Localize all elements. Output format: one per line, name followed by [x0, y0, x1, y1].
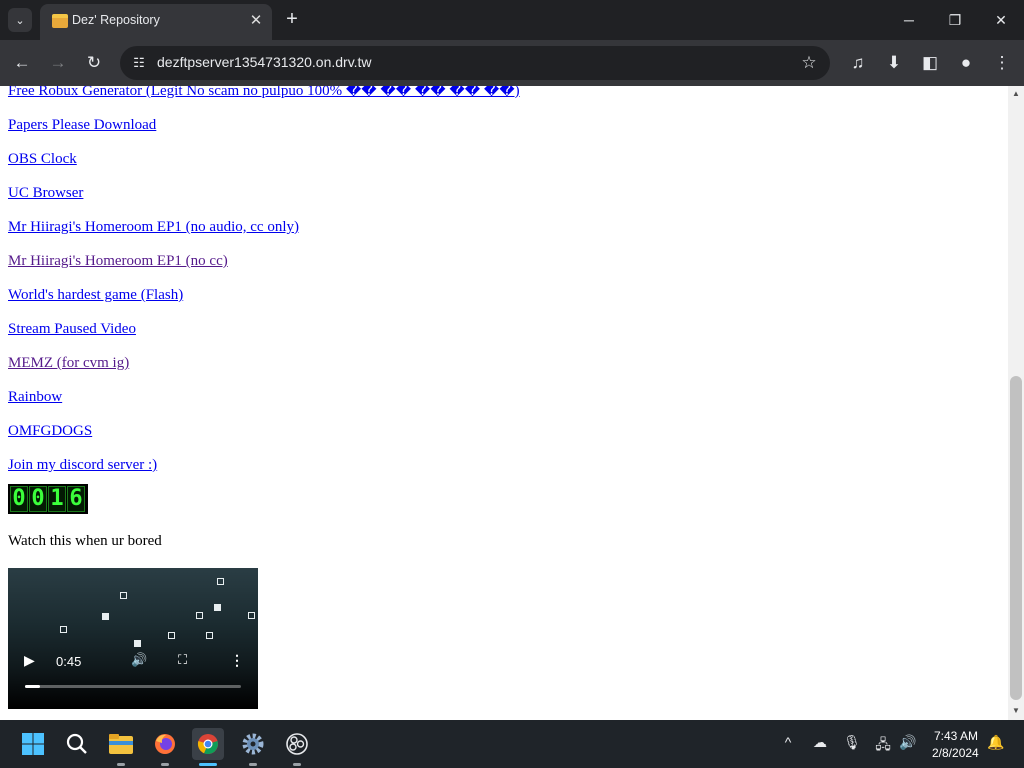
counter-digit: 1 [48, 486, 66, 512]
start-windows-icon[interactable] [17, 728, 49, 760]
taskbar-search-icon[interactable] [61, 728, 93, 760]
video-particle [217, 578, 224, 585]
counter-digit: 0 [29, 486, 47, 512]
page-scrollbar[interactable]: ▲ ▼ [1008, 86, 1024, 720]
scrollbar-thumb[interactable] [1010, 376, 1022, 700]
tab-dez-repository[interactable]: Dez' Repository ✕ [40, 4, 272, 40]
profile-icon[interactable]: ● [953, 50, 979, 76]
video-progress-fill [25, 685, 41, 688]
video-particle [206, 632, 213, 639]
volume-icon[interactable]: 🔊 [898, 734, 918, 751]
taskbar-date[interactable]: 2/8/2024 [932, 746, 979, 760]
link-memz[interactable]: MEMZ (for cvm ig) [8, 346, 520, 380]
tab-search-icon[interactable]: ⌄ [8, 8, 32, 32]
obs-studio-icon[interactable] [281, 728, 313, 760]
scroll-down-arrow-icon[interactable]: ▼ [1012, 706, 1020, 715]
side-panel-icon[interactable]: ◧ [917, 50, 943, 76]
video-progress-bar[interactable] [25, 685, 241, 688]
bookmark-star-icon[interactable]: ☆ [796, 50, 822, 76]
video-particle [196, 612, 203, 619]
running-indicator [249, 763, 257, 766]
link-omfgdogs[interactable]: OMFGDOGS [8, 414, 520, 448]
browser-tab-strip: ⌄ Dez' Repository ✕ + ─ ❐ ✕ [0, 0, 1024, 40]
link-papers-please[interactable]: Papers Please Download [8, 108, 520, 142]
running-indicator [293, 763, 301, 766]
video-particle [134, 640, 141, 647]
video-particle [248, 612, 255, 619]
link-homeroom-cc-only[interactable]: Mr Hiiragi's Homeroom EP1 (no audio, cc … [8, 210, 520, 244]
video-particle [168, 632, 175, 639]
taskbar-time[interactable]: 7:43 AM [934, 729, 978, 743]
counter-digit: 6 [67, 486, 85, 512]
video-particle [214, 604, 221, 611]
restore-icon[interactable]: ❐ [943, 8, 967, 32]
video-play-icon[interactable]: ▶ [24, 652, 35, 669]
page-viewport: Free Robux Generator (Legit No scam no p… [0, 86, 1008, 720]
network-icon[interactable]: 🖧 [873, 734, 893, 758]
windows-taskbar: ^ ☁ 🎙 🖧 🔊 7:43 AM 2/8/2024 🔔 [0, 720, 1024, 768]
hit-counter: 0 0 1 6 [8, 484, 88, 514]
link-worlds-hardest-game[interactable]: World's hardest game (Flash) [8, 278, 520, 312]
link-free-robux[interactable]: Free Robux Generator (Legit No scam no p… [8, 86, 520, 108]
tab-close-icon[interactable]: ✕ [246, 11, 266, 31]
address-bar[interactable]: ☷ dezftpserver1354731320.on.drv.tw ☆ [120, 46, 830, 80]
onedrive-cloud-icon[interactable]: ☁ [810, 734, 830, 751]
site-info-icon[interactable]: ☷ [128, 52, 150, 74]
minimize-icon[interactable]: ─ [897, 8, 921, 32]
video-player[interactable]: ▶ 0:45 🔊 ⛶ ⋮ [8, 568, 258, 709]
chrome-icon[interactable] [192, 728, 224, 760]
notification-bell-icon[interactable]: 🔔 [986, 734, 1006, 751]
running-indicator [117, 763, 125, 766]
menu-icon[interactable]: ⋮ [989, 50, 1015, 76]
new-tab-button[interactable]: + [281, 8, 303, 30]
bored-caption: Watch this when ur bored [8, 533, 162, 549]
video-volume-icon[interactable]: 🔊 [131, 652, 147, 668]
counter-digit: 0 [10, 486, 28, 512]
video-time: 0:45 [56, 654, 82, 669]
link-discord-server[interactable]: Join my discord server :) [8, 448, 520, 482]
video-particle [102, 613, 109, 620]
video-particle [60, 626, 67, 633]
video-fullscreen-icon[interactable]: ⛶ [178, 652, 187, 668]
url-text[interactable]: dezftpserver1354731320.on.drv.tw [157, 54, 372, 70]
reload-icon[interactable]: ↻ [81, 50, 107, 76]
window-close-icon[interactable]: ✕ [989, 8, 1013, 32]
video-more-icon[interactable]: ⋮ [230, 652, 244, 669]
link-uc-browser[interactable]: UC Browser [8, 176, 520, 210]
link-obs-clock[interactable]: OBS Clock [8, 142, 520, 176]
download-icon[interactable]: ⬇ [881, 50, 907, 76]
link-homeroom-no-cc[interactable]: Mr Hiiragi's Homeroom EP1 (no cc) [8, 244, 520, 278]
media-control-icon[interactable]: ♫ [845, 50, 871, 76]
link-list: Free Robux Generator (Legit No scam no p… [8, 86, 520, 482]
file-explorer-icon[interactable] [105, 728, 137, 760]
link-stream-paused-video[interactable]: Stream Paused Video [8, 312, 520, 346]
forward-icon[interactable]: → [45, 50, 71, 76]
back-icon[interactable]: ← [9, 50, 35, 76]
tab-title: Dez' Repository [72, 13, 160, 27]
video-particle [120, 592, 127, 599]
active-indicator [199, 763, 217, 766]
tray-chevron-icon[interactable]: ^ [778, 734, 798, 750]
folder-favicon-icon [52, 14, 68, 28]
firefox-icon[interactable] [149, 728, 181, 760]
running-indicator [161, 763, 169, 766]
microphone-icon[interactable]: 🎙 [842, 734, 862, 751]
scroll-up-arrow-icon[interactable]: ▲ [1012, 89, 1020, 98]
link-rainbow[interactable]: Rainbow [8, 380, 520, 414]
browser-toolbar: ← → ↻ ☷ dezftpserver1354731320.on.drv.tw… [0, 40, 1024, 86]
settings-gear-icon[interactable] [237, 728, 269, 760]
